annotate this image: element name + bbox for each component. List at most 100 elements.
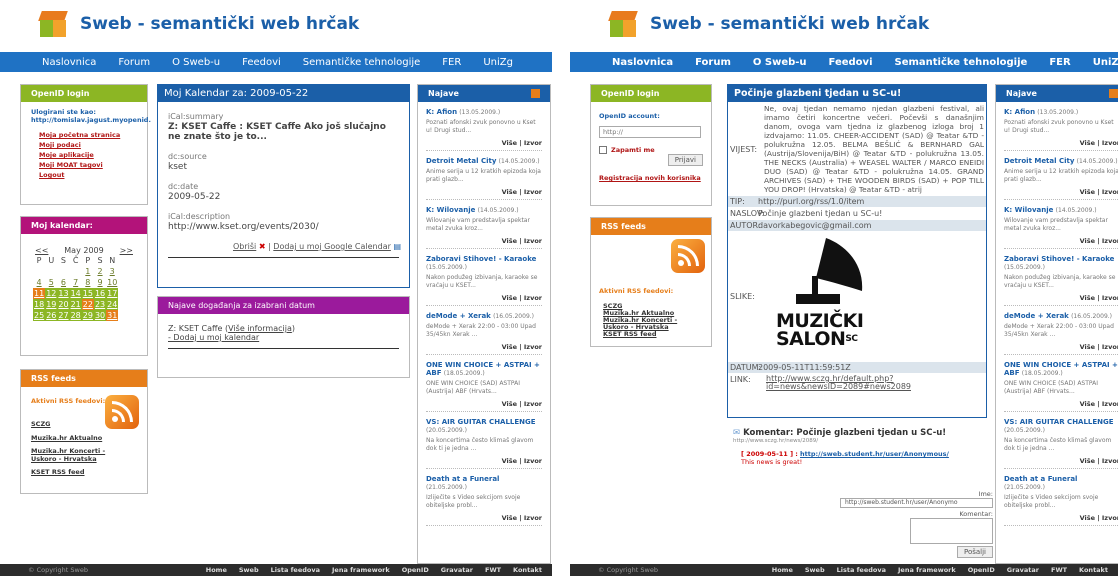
calendar-day[interactable]: 2	[94, 266, 106, 277]
calendar-day[interactable]: 30	[93, 310, 107, 321]
my-apps-link[interactable]: Moje aplikacije	[39, 150, 137, 160]
calendar-day[interactable]: 15	[81, 288, 94, 299]
nav-item[interactable]: Feedovi	[829, 57, 873, 68]
calendar-day[interactable]: 28	[69, 310, 82, 321]
next-month-link[interactable]: >>	[120, 246, 133, 255]
login-button[interactable]: Prijavi	[667, 154, 703, 166]
footer-link[interactable]: Lista feedova	[271, 566, 320, 574]
calendar-day[interactable]: 5	[45, 277, 57, 288]
nav-item[interactable]: FER	[442, 57, 461, 68]
calendar-day[interactable]: 16	[93, 288, 107, 299]
calendar-day[interactable]: 14	[69, 288, 82, 299]
calendar-day[interactable]: 29	[81, 310, 94, 321]
nav-item[interactable]: Semantičke tehnologije	[895, 57, 1028, 68]
rss-icon[interactable]	[671, 239, 705, 273]
calendar-day[interactable]: 4	[33, 277, 45, 288]
rss-icon[interactable]	[105, 395, 139, 429]
nav-item[interactable]: Feedovi	[242, 57, 281, 68]
news-more-link[interactable]: Više | Izvor	[426, 343, 542, 355]
calendar-day[interactable]: 3	[106, 266, 118, 277]
calendar-day[interactable]: 23	[93, 299, 107, 310]
rss-small-icon[interactable]	[531, 89, 540, 98]
comment-url[interactable]: http://www.sczg.hr/news/2089/	[733, 438, 993, 444]
add-google-link[interactable]: Dodaj u moj Google Calendar	[273, 242, 391, 251]
site-logo[interactable]: Sweb - semantički web hrčak	[38, 9, 359, 39]
calendar-day[interactable]: 21	[69, 299, 82, 310]
nav-item[interactable]: FER	[1049, 57, 1070, 68]
calendar-day[interactable]: 24	[106, 299, 119, 310]
send-button[interactable]: Pošalji	[956, 546, 993, 558]
nav-item[interactable]: Naslovnica	[612, 57, 673, 68]
footer-link[interactable]: Home	[206, 566, 227, 574]
footer-link[interactable]: Home	[772, 566, 793, 574]
home-link[interactable]: Moja početna stranica	[39, 130, 137, 140]
calendar-day[interactable]: 10	[106, 277, 118, 288]
calendar-day[interactable]: 6	[57, 277, 69, 288]
add-to-calendar-link[interactable]: - Dodaj u moj kalendar	[168, 333, 399, 342]
calendar-day[interactable]: 7	[70, 277, 82, 288]
footer-link[interactable]: Jena framework	[332, 566, 390, 574]
openid-url-input[interactable]	[599, 126, 701, 138]
name-input[interactable]: http://sweb.student.hr/user/Anonymo	[840, 498, 993, 508]
comment-user-link[interactable]: http://sweb.student.hr/user/Anonymous/	[800, 450, 949, 458]
nav-item[interactable]: Semantičke tehnologije	[303, 57, 421, 68]
news-more-link[interactable]: Više | Izvor	[1004, 237, 1118, 249]
footer-link[interactable]: Kontakt	[513, 566, 542, 574]
calendar-icon[interactable]: ▤	[393, 242, 401, 251]
news-more-link[interactable]: Više | Izvor	[1004, 457, 1118, 469]
calendar-day[interactable]: 27	[57, 310, 70, 321]
news-more-link[interactable]: Više | Izvor	[1004, 294, 1118, 306]
moat-tags-link[interactable]: Moji MOAT tagovi	[39, 160, 137, 170]
footer-link[interactable]: FWT	[1051, 566, 1067, 574]
calendar-day[interactable]: 18	[33, 299, 46, 310]
news-more-link[interactable]: Više | Izvor	[1004, 343, 1118, 355]
remember-checkbox[interactable]	[599, 146, 607, 154]
comment-textarea[interactable]	[910, 518, 993, 544]
footer-link[interactable]: Sweb	[805, 566, 825, 574]
news-more-link[interactable]: Više | Izvor	[426, 514, 542, 526]
news-more-link[interactable]: Više | Izvor	[426, 188, 542, 200]
news-more-link[interactable]: Više | Izvor	[426, 139, 542, 151]
calendar-day[interactable]: 12	[45, 288, 58, 299]
footer-link[interactable]: Jena framework	[898, 566, 956, 574]
feed-link[interactable]: Muzika.hr Aktualno	[31, 433, 137, 443]
link-value[interactable]: http://www.sczg.hr/default.php?id=news&n…	[756, 374, 986, 392]
footer-link[interactable]: FWT	[485, 566, 501, 574]
nav-item[interactable]: UniZg	[1093, 57, 1118, 68]
calendar-day[interactable]: 9	[94, 277, 106, 288]
calendar-day[interactable]: 11	[33, 288, 46, 299]
register-link[interactable]: Registracija novih korisnika	[599, 174, 703, 182]
feed-link[interactable]: KSET RSS feed	[31, 467, 137, 477]
footer-link[interactable]: Lista feedova	[837, 566, 886, 574]
calendar-day[interactable]: 8	[82, 277, 94, 288]
calendar-day[interactable]: 22	[81, 299, 94, 310]
calendar-day[interactable]: 26	[45, 310, 58, 321]
footer-link[interactable]: OpenID	[402, 566, 429, 574]
nav-item[interactable]: O Sweb-u	[753, 57, 807, 68]
rss-small-icon[interactable]	[1109, 89, 1118, 98]
calendar-day[interactable]: 17	[106, 288, 119, 299]
nav-item[interactable]: UniZg	[483, 57, 513, 68]
prev-month-link[interactable]: <<	[35, 246, 48, 255]
nav-item[interactable]: Forum	[695, 57, 731, 68]
footer-link[interactable]: Kontakt	[1079, 566, 1108, 574]
news-more-link[interactable]: Više | Izvor	[1004, 188, 1118, 200]
logout-link[interactable]: Logout	[39, 170, 137, 180]
nav-item[interactable]: Forum	[118, 57, 150, 68]
site-logo[interactable]: Sweb - semantički web hrčak	[608, 9, 929, 39]
news-more-link[interactable]: Više | Izvor	[426, 400, 542, 412]
nav-item[interactable]: O Sweb-u	[172, 57, 220, 68]
calendar-day[interactable]: 31	[106, 310, 119, 321]
feed-link[interactable]: Muzika.hr Koncerti - Uskoro - Hrvatska	[603, 317, 703, 331]
delete-link[interactable]: Obriši	[233, 242, 256, 251]
calendar-day[interactable]: 13	[57, 288, 70, 299]
my-data-link[interactable]: Moji podaci	[39, 140, 137, 150]
news-more-link[interactable]: Više | Izvor	[1004, 514, 1118, 526]
news-more-link[interactable]: Više | Izvor	[1004, 139, 1118, 151]
news-more-link[interactable]: Više | Izvor	[426, 457, 542, 469]
calendar-day[interactable]: 25	[33, 310, 46, 321]
news-more-link[interactable]: Više | Izvor	[1004, 400, 1118, 412]
footer-link[interactable]: Gravatar	[441, 566, 473, 574]
feed-link[interactable]: KSET RSS feed	[603, 331, 703, 338]
feed-link[interactable]: Muzika.hr Koncerti - Uskoro - Hrvatska	[31, 447, 121, 463]
